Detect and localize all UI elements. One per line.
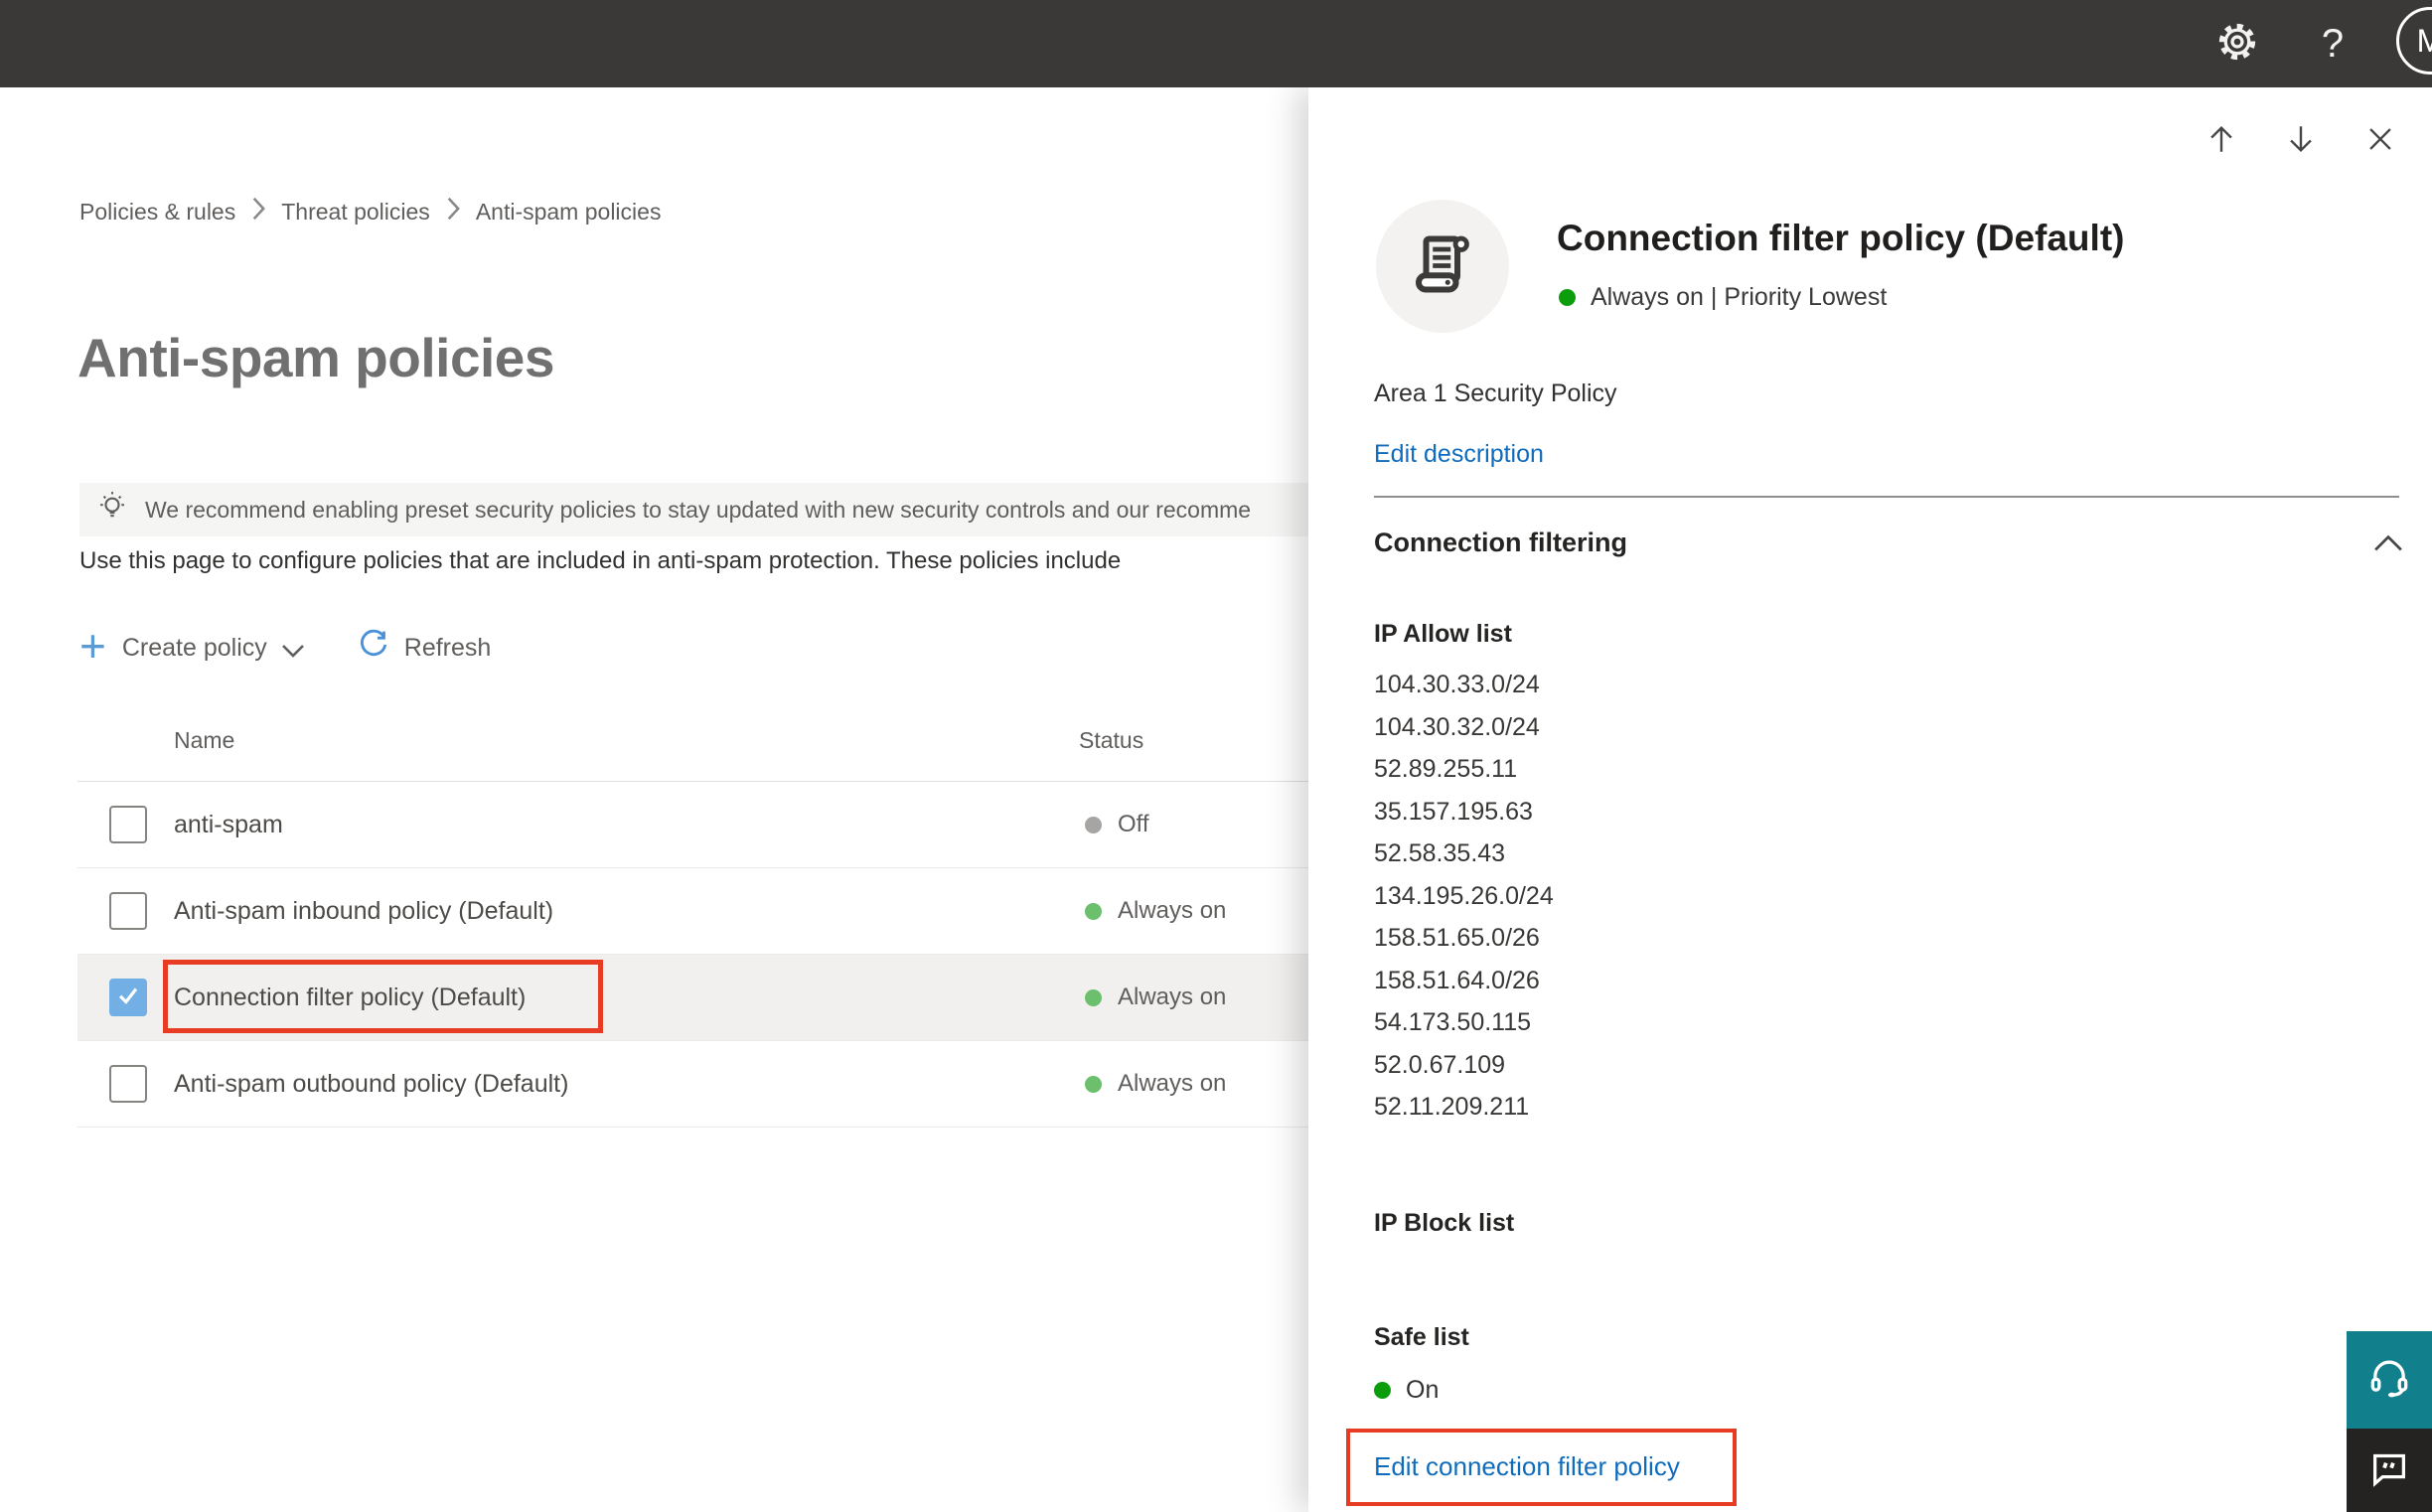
safe-list-status-label: On [1406,1376,1440,1404]
row-checkbox[interactable] [109,892,147,930]
chevron-up-icon[interactable] [2373,534,2403,557]
ip-allow-list: 104.30.33.0/24 104.30.32.0/24 52.89.255.… [1374,664,1554,1129]
table-row-anti-spam[interactable]: anti-spam Off [77,782,1308,868]
status-dot-off [1085,816,1102,833]
plus-icon: + [79,620,106,672]
column-header-status[interactable]: Status [1079,727,1143,754]
banner-text: We recommend enabling preset security po… [145,496,1252,523]
lightbulb-icon [95,489,129,531]
top-app-bar: ? M [0,0,2432,87]
status-dot-on [1085,988,1102,1006]
ip-entry: 134.195.26.0/24 [1374,881,1554,910]
refresh-icon [357,628,390,669]
status-dot-on [1085,1075,1102,1093]
policy-name: Anti-spam inbound policy (Default) [174,896,554,925]
policy-description: Area 1 Security Policy [1374,379,1617,407]
edit-connection-filter-policy-link[interactable]: Edit connection filter policy [1374,1451,1680,1482]
ip-entry: 35.157.195.63 [1374,797,1533,826]
policy-name: anti-spam [174,810,283,838]
refresh-label: Refresh [403,633,492,662]
gear-icon [2215,20,2259,69]
screen: ? M Policies & rules Threat policies Ant… [0,0,2432,1512]
status-label: Always on [1118,897,1227,924]
table-row-inbound-default[interactable]: Anti-spam inbound policy (Default) Alway… [77,868,1308,955]
chevron-down-icon [281,636,305,665]
previous-item-button[interactable] [2204,122,2238,156]
row-checkbox[interactable] [109,1065,147,1103]
breadcrumb-policies-rules[interactable]: Policies & rules [79,199,235,226]
next-item-button[interactable] [2284,122,2318,156]
table-row-connection-filter[interactable]: Connection filter policy (Default) Alway… [77,955,1308,1041]
policy-status: Off [1085,782,1149,867]
status-label: Always on [1118,983,1227,1010]
status-label: Always on [1118,1070,1227,1097]
support-button[interactable] [2347,1331,2432,1429]
checkmark-icon [115,983,141,1013]
status-dot-on [1374,1382,1391,1399]
toolbar: + Create policy Refresh [79,623,492,672]
create-policy-label: Create policy [121,633,267,662]
recommendation-banner: We recommend enabling preset security po… [79,483,1308,536]
panel-toolbar [2204,122,2397,156]
panel-status-text: Always on | Priority Lowest [1591,283,1888,311]
feedback-button[interactable] [2347,1429,2432,1512]
ip-entry: 52.89.255.11 [1374,755,1518,783]
safe-list-status: On [1374,1376,1439,1405]
ip-entry: 52.0.67.109 [1374,1050,1506,1079]
breadcrumb-anti-spam-policies[interactable]: Anti-spam policies [476,199,662,226]
status-label: Off [1118,811,1149,837]
details-flyout-panel: Connection filter policy (Default) Alway… [1308,87,2432,1512]
panel-status-line: Always on | Priority Lowest [1559,283,1887,312]
help-icon: ? [2321,21,2345,66]
breadcrumb: Policies & rules Threat policies Anti-sp… [79,197,661,227]
row-checkbox-checked[interactable] [109,979,147,1016]
close-panel-button[interactable] [2363,122,2397,156]
create-policy-button[interactable]: + Create policy [79,623,305,669]
main-content: Policies & rules Threat policies Anti-sp… [0,87,1308,1512]
status-dot-on [1559,289,1576,306]
column-header-name[interactable]: Name [174,727,234,754]
policy-icon-circle [1376,200,1509,333]
ip-entry: 54.173.50.115 [1374,1008,1532,1036]
chevron-right-icon [251,197,266,227]
page-title: Anti-spam policies [77,327,554,388]
ip-entry: 158.51.65.0/26 [1374,924,1540,952]
avatar-initial: M [2416,22,2432,59]
status-dot-on [1085,902,1102,920]
policy-table: anti-spam Off Anti-spam inbound policy (… [77,782,1308,1128]
ip-allow-list-header: IP Allow list [1374,620,1512,648]
chat-feedback-icon [2366,1445,2412,1496]
policy-name: Connection filter policy (Default) [174,983,527,1011]
policy-status: Always on [1085,1041,1226,1127]
safe-list-header: Safe list [1374,1323,1469,1351]
breadcrumb-threat-policies[interactable]: Threat policies [281,199,430,226]
connection-filtering-section-header: Connection filtering [1374,528,1627,557]
panel-divider [1374,496,2399,498]
refresh-button[interactable]: Refresh [357,628,492,669]
ip-block-list-header: IP Block list [1374,1209,1515,1237]
ip-entry: 52.11.209.211 [1374,1093,1530,1121]
policy-name: Anti-spam outbound policy (Default) [174,1069,569,1098]
policy-status: Always on [1085,868,1226,954]
ip-entry: 104.30.32.0/24 [1374,712,1540,741]
panel-title: Connection filter policy (Default) [1557,218,2125,258]
chevron-right-icon [446,197,460,227]
ip-entry: 158.51.64.0/26 [1374,966,1540,994]
settings-button[interactable] [2198,0,2277,87]
headset-icon [2364,1353,2414,1408]
help-button[interactable]: ? [2293,0,2372,87]
edit-description-link[interactable]: Edit description [1374,440,1544,469]
table-row-outbound-default[interactable]: Anti-spam outbound policy (Default) Alwa… [77,1041,1308,1128]
page-description: Use this page to configure policies that… [79,547,1122,574]
scroll-policy-icon [1407,228,1478,305]
ip-entry: 52.58.35.43 [1374,839,1506,867]
ip-entry: 104.30.33.0/24 [1374,671,1540,698]
row-checkbox[interactable] [109,806,147,843]
account-avatar[interactable]: M [2396,7,2432,75]
policy-status: Always on [1085,955,1226,1040]
